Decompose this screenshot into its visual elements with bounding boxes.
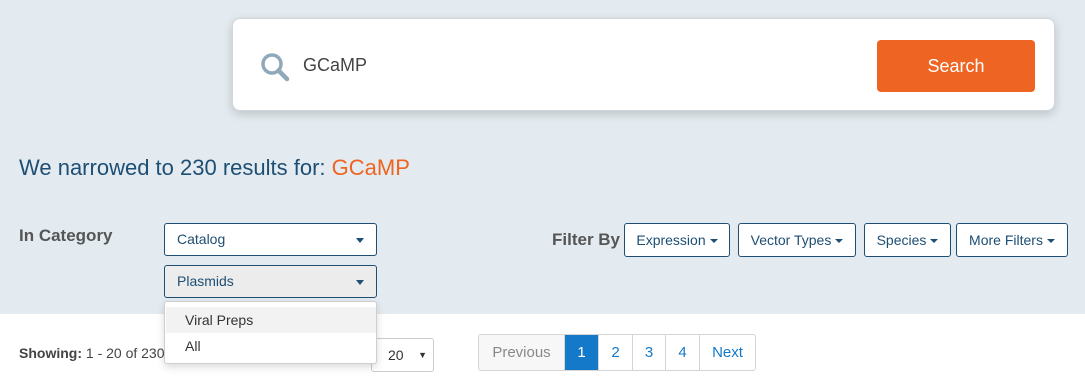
top-area: Search We narrowed to 230 results for: G… <box>0 0 1085 314</box>
subcategory-dropdown-menu: Viral Preps All <box>164 301 377 364</box>
results-heading: We narrowed to 230 results for: GCaMP <box>19 155 410 181</box>
dropdown-item-viral-preps[interactable]: Viral Preps <box>166 307 376 333</box>
page-2-button[interactable]: 2 <box>598 335 632 370</box>
caret-down-icon <box>835 239 844 244</box>
search-input[interactable] <box>303 49 863 81</box>
showing-text: Showing: 1 - 20 of 230 <box>19 345 165 361</box>
caret-down-icon <box>709 239 718 244</box>
filter-vector-types-button[interactable]: Vector Types <box>738 223 856 257</box>
page-1-button[interactable]: 1 <box>564 335 598 370</box>
search-card: Search <box>232 18 1055 111</box>
showing-label: Showing: <box>19 345 82 361</box>
next-page-button[interactable]: Next <box>699 335 755 370</box>
caret-down-icon <box>1046 239 1055 244</box>
results-heading-text: We narrowed to 230 results for: <box>19 155 332 180</box>
results-query: GCaMP <box>331 155 410 180</box>
filter-by-label: Filter By <box>552 230 621 249</box>
pagination: Previous 1 2 3 4 Next <box>478 334 756 371</box>
filter-more-filters-button[interactable]: More Filters <box>956 223 1068 257</box>
subcategory-select-value: Plasmids <box>177 273 234 289</box>
caret-down-icon <box>930 239 939 244</box>
search-icon <box>260 52 290 82</box>
page-4-button[interactable]: 4 <box>665 335 699 370</box>
filter-species-label: Species <box>876 232 927 248</box>
search-button[interactable]: Search <box>877 40 1035 92</box>
chevron-down-icon <box>356 238 364 243</box>
filter-species-button[interactable]: Species <box>864 223 951 257</box>
page-3-button[interactable]: 3 <box>632 335 665 370</box>
showing-range: 1 - 20 of 230 <box>82 345 165 361</box>
category-label: In Category <box>19 226 113 245</box>
previous-page-button[interactable]: Previous <box>479 335 564 370</box>
category-select[interactable]: Catalog <box>164 223 377 256</box>
chevron-down-icon: ▼ <box>418 350 427 360</box>
category-select-value: Catalog <box>177 231 226 247</box>
chevron-down-icon <box>356 280 364 285</box>
per-page-select[interactable]: 20 ▼ <box>371 338 434 372</box>
filter-more-filters-label: More Filters <box>969 232 1043 248</box>
filter-expression-label: Expression <box>636 232 706 248</box>
filter-vector-types-label: Vector Types <box>750 232 832 248</box>
dropdown-item-all[interactable]: All <box>166 333 376 359</box>
per-page-value: 20 <box>388 347 404 363</box>
filter-expression-button[interactable]: Expression <box>624 223 730 257</box>
subcategory-select[interactable]: Plasmids <box>164 265 377 298</box>
